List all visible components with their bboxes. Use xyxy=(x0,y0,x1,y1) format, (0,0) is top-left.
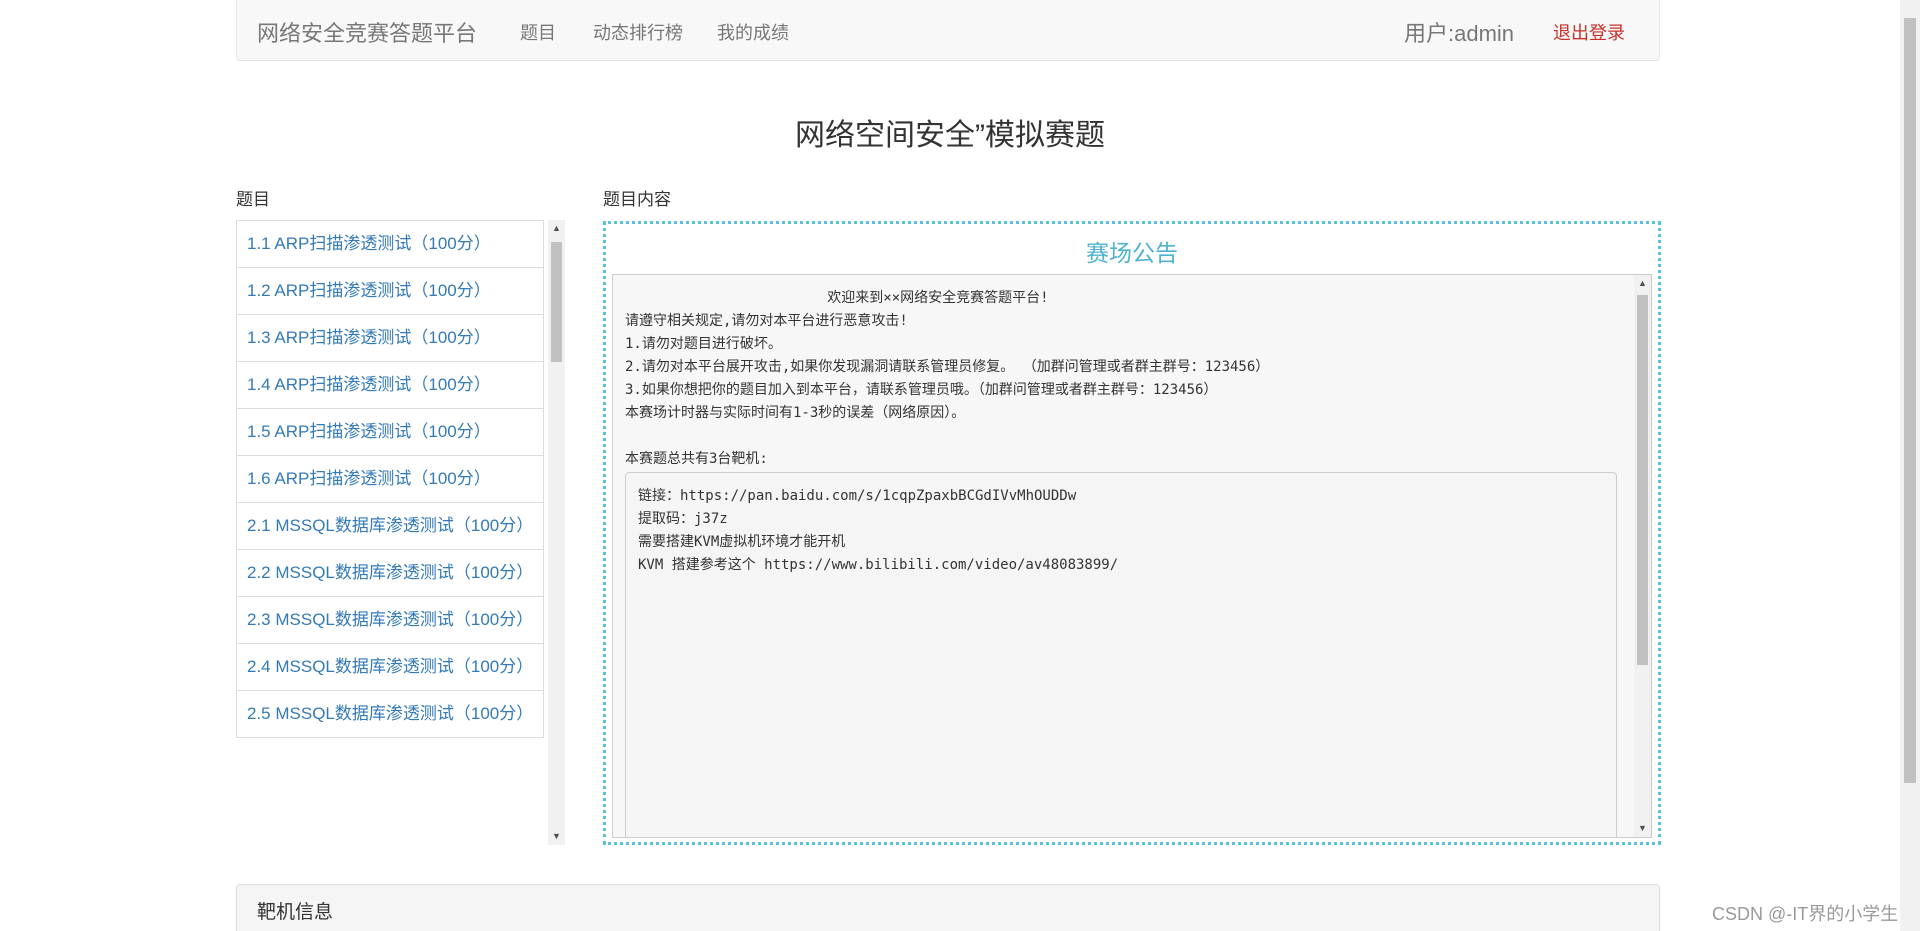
download-info-line: 提取码：j37z xyxy=(638,511,728,527)
question-item[interactable]: 1.6 ARP扫描渗透测试（100分） xyxy=(236,456,544,503)
content-label: 题目内容 xyxy=(603,190,671,209)
nav-link-questions[interactable]: 题目 xyxy=(520,19,556,45)
question-item[interactable]: 2.3 MSSQL数据库渗透测试（100分） xyxy=(236,597,544,644)
question-item[interactable]: 1.1 ARP扫描渗透测试（100分） xyxy=(236,220,544,268)
question-item[interactable]: 1.4 ARP扫描渗透测试（100分） xyxy=(236,362,544,409)
question-item[interactable]: 2.4 MSSQL数据库渗透测试（100分） xyxy=(236,644,544,691)
page-title: 网络空间安全”模拟赛题 xyxy=(795,119,1105,152)
notice-line xyxy=(625,425,1625,448)
question-list-scrollbar[interactable]: ▲ ▼ xyxy=(548,220,565,845)
target-machine-title: 靶机信息 xyxy=(257,902,334,923)
page-scrollbar[interactable] xyxy=(1900,0,1920,931)
download-info-line: 链接：https://pan.baidu.com/s/1cqpZpaxbBCGd… xyxy=(638,488,1077,504)
notice-text: 欢迎来到××网络安全竞赛答题平台! 请遵守相关规定,请勿对本平台进行恶意攻击! 1.… xyxy=(625,287,1625,471)
triangle-down-icon[interactable]: ▼ xyxy=(548,828,565,845)
top-navbar: 网络安全竞赛答题平台 题目 动态排行榜 我的成绩 用户:admin 退出登录 xyxy=(236,0,1660,61)
question-item[interactable]: 1.5 ARP扫描渗透测试（100分） xyxy=(236,409,544,456)
content-panel: 赛场公告 欢迎来到××网络安全竞赛答题平台! 请遵守相关规定,请勿对本平台进行恶意… xyxy=(603,221,1661,845)
scrollbar-thumb[interactable] xyxy=(551,242,562,362)
notice-line: 本赛场计时器与实际时间有1-3秒的误差（网络原因）。 xyxy=(625,405,966,421)
question-item[interactable]: 2.1 MSSQL数据库渗透测试（100分） xyxy=(236,503,544,550)
download-info-line: 需要搭建KVM虚拟机环境才能开机 xyxy=(638,534,846,550)
target-machine-panel: 靶机信息 xyxy=(236,884,1660,931)
download-info-text: 链接：https://pan.baidu.com/s/1cqpZpaxbBCGd… xyxy=(638,485,1118,577)
notice-line: 1.请勿对题目进行破坏。 xyxy=(625,336,782,352)
download-info-line: KVM 搭建参考这个 https://www.bilibili.com/vide… xyxy=(638,557,1119,573)
notice-line: 欢迎来到××网络安全竞赛答题平台! xyxy=(625,290,1049,306)
brand-title[interactable]: 网络安全竞赛答题平台 xyxy=(257,16,477,48)
download-info-box: 链接：https://pan.baidu.com/s/1cqpZpaxbBCGd… xyxy=(625,472,1617,837)
question-item[interactable]: 1.2 ARP扫描渗透测试（100分） xyxy=(236,268,544,315)
notice-textarea[interactable]: 欢迎来到××网络安全竞赛答题平台! 请遵守相关规定,请勿对本平台进行恶意攻击! 1.… xyxy=(612,274,1652,838)
notice-line: 本赛题总共有3台靶机: xyxy=(625,451,768,467)
notice-title: 赛场公告 xyxy=(1086,240,1178,266)
notice-scrollbar[interactable]: ▲ ▼ xyxy=(1634,275,1651,837)
triangle-up-icon[interactable]: ▲ xyxy=(1634,275,1651,292)
page: 网络安全竞赛答题平台 题目 动态排行榜 我的成绩 用户:admin 退出登录 网… xyxy=(0,0,1920,931)
nav-link-leaderboard[interactable]: 动态排行榜 xyxy=(593,19,683,45)
notice-line: 2.请勿对本平台展开攻击,如果你发现漏洞请联系管理员修复。 （加群问管理或者群主… xyxy=(625,359,1270,375)
question-item[interactable]: 1.3 ARP扫描渗透测试（100分） xyxy=(236,315,544,362)
scrollbar-thumb[interactable] xyxy=(1637,295,1648,665)
question-item[interactable]: 2.5 MSSQL数据库渗透测试（100分） xyxy=(236,691,544,738)
user-label: 用户:admin xyxy=(1404,21,1515,46)
notice-line: 3.如果你想把你的题目加入到本平台，请联系管理员哦。（加群问管理或者群主群号：1… xyxy=(625,382,1218,398)
triangle-down-icon[interactable]: ▼ xyxy=(1634,820,1651,837)
triangle-up-icon[interactable]: ▲ xyxy=(548,220,565,237)
logout-link[interactable]: 退出登录 xyxy=(1553,19,1625,45)
notice-line: 请遵守相关规定,请勿对本平台进行恶意攻击! xyxy=(625,313,908,329)
question-list-container: 1.1 ARP扫描渗透测试（100分） 1.2 ARP扫描渗透测试（100分） 1.… xyxy=(236,220,565,845)
page-scrollbar-thumb[interactable] xyxy=(1904,18,1916,783)
watermark: CSDN @-IT界的小学生 xyxy=(1712,904,1899,924)
question-item[interactable]: 2.2 MSSQL数据库渗透测试（100分） xyxy=(236,550,544,597)
question-list: 1.1 ARP扫描渗透测试（100分） 1.2 ARP扫描渗透测试（100分） 1.… xyxy=(236,220,544,738)
nav-link-my-scores[interactable]: 我的成绩 xyxy=(717,19,789,45)
questions-label: 题目 xyxy=(236,190,270,209)
